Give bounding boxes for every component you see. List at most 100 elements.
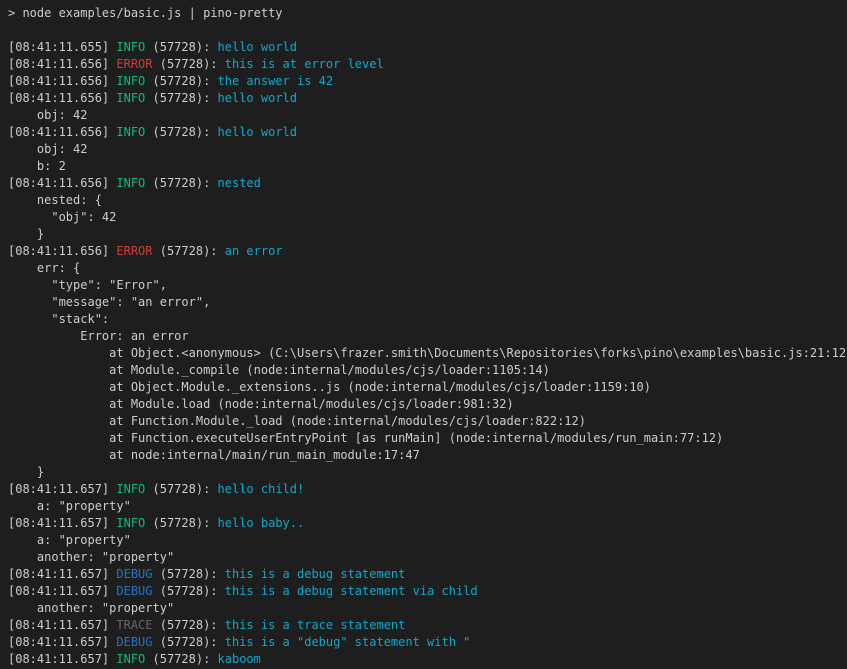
terminal-output[interactable]: > node examples/basic.js | pino-pretty [0… <box>0 0 847 669</box>
terminal-line: err: { <box>8 260 847 277</box>
log-timestamp: [08:41:11.656] <box>8 176 116 190</box>
log-text: } <box>8 465 44 479</box>
terminal-line: at Function.executeUserEntryPoint [as ru… <box>8 430 847 447</box>
log-message: hello world <box>218 91 297 105</box>
log-timestamp: [08:41:11.657] <box>8 652 116 666</box>
terminal-line: [08:41:11.657] DEBUG (57728): this is a … <box>8 634 847 651</box>
log-message: hello child! <box>218 482 305 496</box>
log-text: obj: 42 <box>8 142 87 156</box>
terminal-line: obj: 42 <box>8 141 847 158</box>
log-pid: (57728): <box>153 618 225 632</box>
terminal-line: b: 2 <box>8 158 847 175</box>
terminal-line: another: "property" <box>8 600 847 617</box>
log-text: a: "property" <box>8 533 131 547</box>
log-level: INFO <box>116 516 145 530</box>
terminal-line: [08:41:11.656] INFO (57728): hello world <box>8 90 847 107</box>
log-message: the answer is 42 <box>218 74 334 88</box>
log-text: another: "property" <box>8 550 174 564</box>
terminal-line: at Module._compile (node:internal/module… <box>8 362 847 379</box>
log-timestamp: [08:41:11.656] <box>8 74 116 88</box>
terminal-line: [08:41:11.656] INFO (57728): the answer … <box>8 73 847 90</box>
log-text: nested: { <box>8 193 102 207</box>
terminal-line: > node examples/basic.js | pino-pretty <box>8 5 847 22</box>
log-timestamp: [08:41:11.657] <box>8 618 116 632</box>
log-text: at Function.Module._load (node:internal/… <box>8 414 586 428</box>
terminal-line: a: "property" <box>8 498 847 515</box>
log-timestamp: [08:41:11.657] <box>8 567 116 581</box>
log-text: another: "property" <box>8 601 174 615</box>
log-text: obj: 42 <box>8 108 87 122</box>
log-pid: (57728): <box>145 652 217 666</box>
log-message: this is a "debug" statement with " <box>225 635 471 649</box>
terminal-line: [08:41:11.656] ERROR (57728): this is at… <box>8 56 847 73</box>
terminal-line: another: "property" <box>8 549 847 566</box>
log-level: DEBUG <box>116 567 152 581</box>
log-text: at Function.executeUserEntryPoint [as ru… <box>8 431 723 445</box>
log-pid: (57728): <box>153 584 225 598</box>
log-text: at Object.Module._extensions..js (node:i… <box>8 380 651 394</box>
terminal-line: [08:41:11.656] ERROR (57728): an error <box>8 243 847 260</box>
terminal-line: } <box>8 226 847 243</box>
log-level: INFO <box>116 176 145 190</box>
terminal-line: Error: an error <box>8 328 847 345</box>
log-prompt: > node examples/basic.js | pino-pretty <box>8 6 283 20</box>
log-timestamp: [08:41:11.657] <box>8 635 116 649</box>
log-message: hello world <box>218 125 297 139</box>
terminal-line: [08:41:11.657] DEBUG (57728): this is a … <box>8 583 847 600</box>
terminal-line: "type": "Error", <box>8 277 847 294</box>
log-message: this is a debug statement via child <box>225 584 478 598</box>
log-timestamp: [08:41:11.657] <box>8 584 116 598</box>
log-timestamp: [08:41:11.657] <box>8 516 116 530</box>
terminal-line: at Module.load (node:internal/modules/cj… <box>8 396 847 413</box>
terminal-line: [08:41:11.657] INFO (57728): hello baby.… <box>8 515 847 532</box>
log-pid: (57728): <box>153 57 225 71</box>
log-message: this is at error level <box>225 57 384 71</box>
log-level: INFO <box>116 652 145 666</box>
log-pid: (57728): <box>145 74 217 88</box>
terminal-line: } <box>8 464 847 481</box>
terminal-line: [08:41:11.656] INFO (57728): hello world <box>8 124 847 141</box>
log-pid: (57728): <box>145 125 217 139</box>
terminal-line: [08:41:11.657] TRACE (57728): this is a … <box>8 617 847 634</box>
log-text: a: "property" <box>8 499 131 513</box>
terminal-line: "stack": <box>8 311 847 328</box>
log-level: INFO <box>116 91 145 105</box>
terminal-line: [08:41:11.655] INFO (57728): hello world <box>8 39 847 56</box>
log-text: "message": "an error", <box>8 295 210 309</box>
terminal-line: a: "property" <box>8 532 847 549</box>
log-level: INFO <box>116 482 145 496</box>
log-timestamp: [08:41:11.657] <box>8 482 116 496</box>
log-timestamp: [08:41:11.655] <box>8 40 116 54</box>
terminal-line: [08:41:11.657] INFO (57728): kaboom <box>8 651 847 668</box>
log-text: at Module.load (node:internal/modules/cj… <box>8 397 514 411</box>
terminal-line: "message": "an error", <box>8 294 847 311</box>
log-pid: (57728): <box>153 567 225 581</box>
log-message: this is a debug statement <box>225 567 406 581</box>
log-level: ERROR <box>116 57 152 71</box>
log-level: TRACE <box>116 618 152 632</box>
terminal-line: obj: 42 <box>8 107 847 124</box>
log-text: b: 2 <box>8 159 66 173</box>
log-timestamp: [08:41:11.656] <box>8 244 116 258</box>
terminal-line: at Function.Module._load (node:internal/… <box>8 413 847 430</box>
log-pid: (57728): <box>145 176 217 190</box>
terminal-line: [08:41:11.657] INFO (57728): hello child… <box>8 481 847 498</box>
log-text: at node:internal/main/run_main_module:17… <box>8 448 420 462</box>
log-text: "obj": 42 <box>8 210 116 224</box>
terminal-line: at Object.<anonymous> (C:\Users\frazer.s… <box>8 345 847 362</box>
log-pid: (57728): <box>145 482 217 496</box>
log-text: Error: an error <box>8 329 189 343</box>
log-message: this is a trace statement <box>225 618 406 632</box>
log-timestamp: [08:41:11.656] <box>8 125 116 139</box>
log-level: DEBUG <box>116 635 152 649</box>
log-message: an error <box>225 244 283 258</box>
log-message: nested <box>218 176 261 190</box>
log-level: INFO <box>116 74 145 88</box>
log-message: kaboom <box>218 652 261 666</box>
log-pid: (57728): <box>145 40 217 54</box>
log-pid: (57728): <box>153 244 225 258</box>
log-text: "type": "Error", <box>8 278 167 292</box>
log-text: } <box>8 227 44 241</box>
terminal-line: nested: { <box>8 192 847 209</box>
log-timestamp: [08:41:11.656] <box>8 91 116 105</box>
